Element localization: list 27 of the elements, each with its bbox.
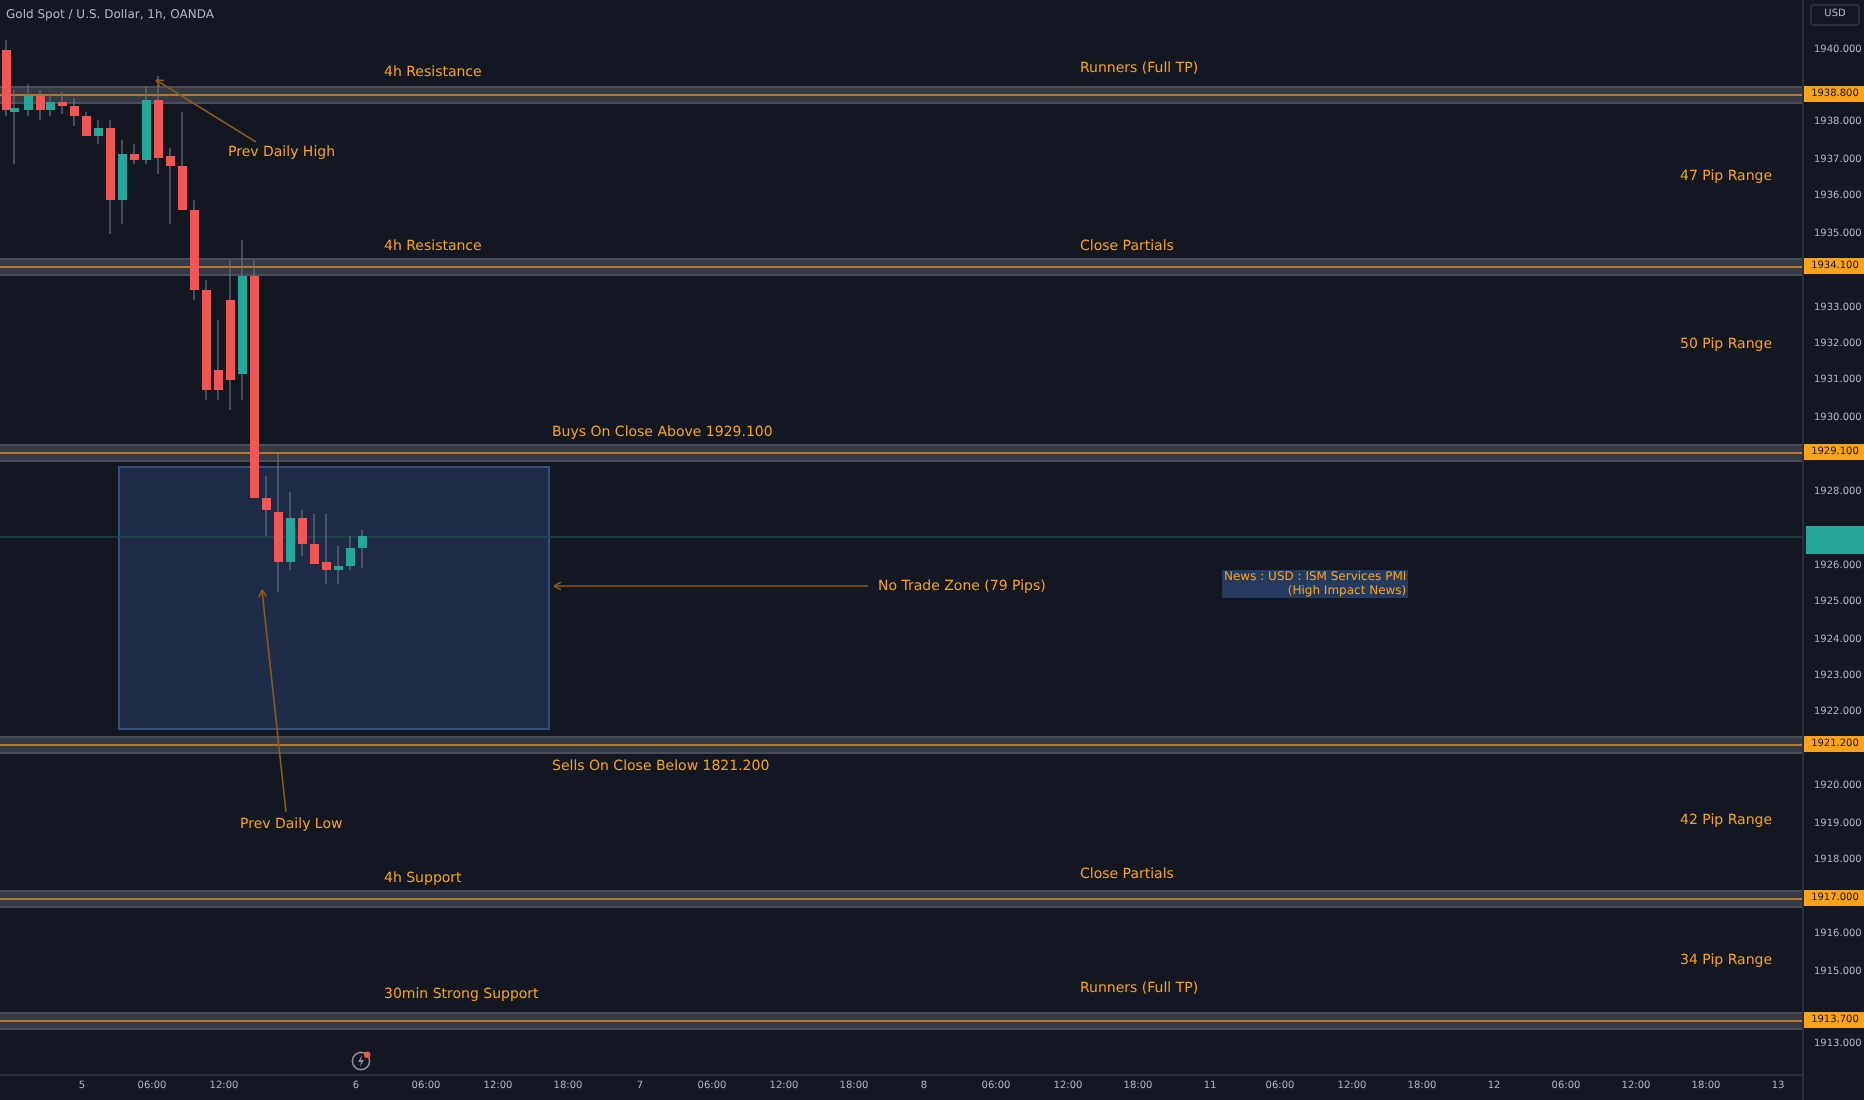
candle [106, 119, 115, 235]
candle [82, 111, 91, 137]
candle [358, 529, 367, 569]
candle [58, 91, 67, 115]
candle [202, 279, 211, 401]
candle [70, 97, 79, 127]
candle [262, 475, 271, 537]
candle [190, 199, 199, 301]
candle [94, 119, 103, 145]
candle [130, 143, 139, 165]
candle [178, 111, 187, 211]
candle [310, 513, 319, 565]
leader-line [155, 79, 257, 143]
candle [154, 75, 163, 175]
candle [274, 453, 283, 593]
candle [214, 319, 223, 401]
candle [118, 139, 127, 225]
candle [142, 85, 151, 165]
candle [298, 509, 307, 557]
candle [166, 147, 175, 225]
lightning-icon [350, 1050, 372, 1072]
candle [334, 545, 343, 585]
candle [346, 535, 355, 571]
candle [322, 513, 331, 585]
candle [286, 491, 295, 571]
current-price-marker [1806, 526, 1864, 554]
candle [24, 83, 33, 117]
